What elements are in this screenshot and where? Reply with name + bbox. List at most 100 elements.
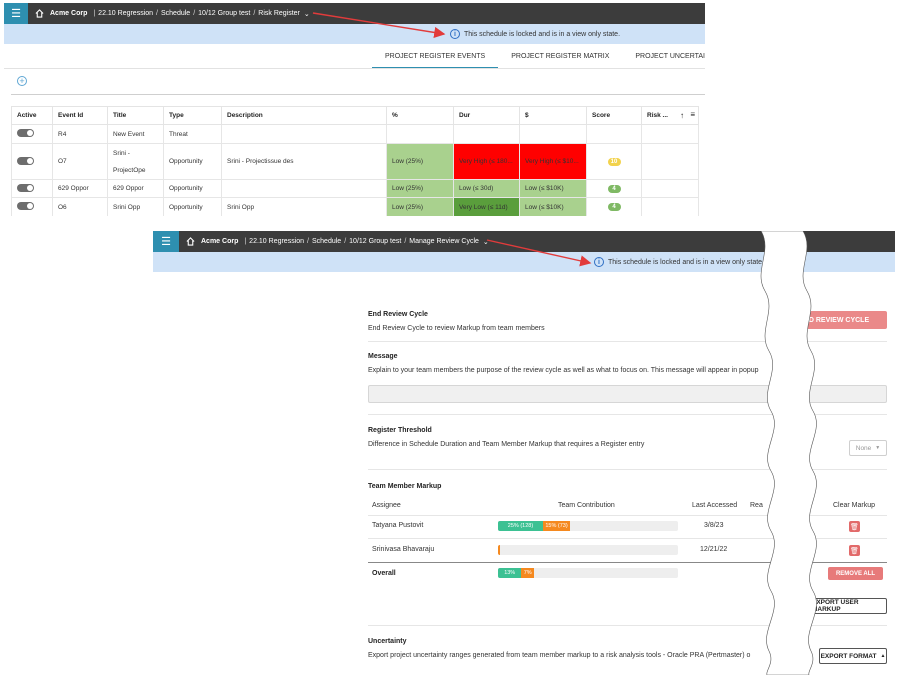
review-cycle-screen: ☰ Acme Corp | 22.10 Regression / Schedul…: [153, 231, 895, 675]
contribution-green-seg: 25% (128): [498, 521, 543, 531]
menu-icon[interactable]: ☰: [4, 3, 28, 24]
col-title[interactable]: Title: [107, 106, 164, 125]
table-row[interactable]: 629 Oppor 629 Oppor Opportunity Low (25%…: [11, 179, 699, 198]
register-table: Active Event Id Title Type Description %…: [11, 106, 699, 216]
remove-all-button[interactable]: REMOVE ALL: [828, 567, 883, 580]
tab-bar: PROJECT REGISTER EVENTS PROJECT REGISTER…: [372, 49, 705, 69]
lock-message: This schedule is locked and is in a view…: [608, 258, 765, 266]
trash-icon[interactable]: 🗑: [849, 545, 860, 556]
overall-green-seg: 13%: [498, 568, 522, 578]
col-cost[interactable]: $: [519, 106, 587, 125]
export-format-label: EXPORT FORMAT: [820, 652, 877, 660]
breadcrumb-item[interactable]: 10/12 Group test: [198, 10, 250, 17]
breadcrumb: Acme Corp | 22.10 Regression / Schedule …: [50, 10, 310, 18]
breadcrumb-current[interactable]: Manage Review Cycle: [409, 238, 479, 245]
torn-edge: [760, 231, 817, 675]
end-review-cycle-button[interactable]: D REVIEW CYCLE: [791, 311, 887, 329]
info-icon: i: [450, 29, 460, 39]
top-nav-bar: ☰ Acme Corp | 22.10 Regression / Schedul…: [4, 3, 705, 24]
risk-register-screen: ☰ Acme Corp | 22.10 Regression / Schedul…: [4, 3, 705, 216]
markup-heading: Team Member Markup: [368, 483, 442, 490]
tab-register-matrix[interactable]: PROJECT REGISTER MATRIX: [498, 49, 622, 69]
breadcrumb: Acme Corp | 22.10 Regression / Schedule …: [201, 238, 489, 246]
overall-orange-seg: 7%: [521, 568, 534, 578]
breadcrumb-item[interactable]: 22.10 Regression: [98, 10, 153, 17]
breadcrumb-org[interactable]: Acme Corp: [50, 10, 87, 17]
top-nav-bar: ☰ Acme Corp | 22.10 Regression / Schedul…: [153, 231, 895, 252]
overall-contribution-bar: 13% 7%: [498, 568, 678, 578]
export-user-markup-button[interactable]: EXPORT USER MARKUP: [811, 598, 887, 614]
sort-up-icon[interactable]: ↑: [680, 111, 684, 120]
uncertainty-heading: Uncertainty: [368, 638, 407, 645]
export-format-button[interactable]: EXPORT FORMAT ▲: [819, 648, 887, 664]
col-risk-label: Risk ...: [647, 112, 668, 119]
col-ust: ust: [798, 502, 808, 509]
col-description[interactable]: Description: [221, 106, 387, 125]
breadcrumb-item[interactable]: Schedule: [161, 10, 190, 17]
column-menu-icon[interactable]: ≡: [690, 110, 695, 119]
contribution-orange-seg: 15% (73): [543, 521, 570, 531]
col-score[interactable]: Score: [586, 106, 642, 125]
active-toggle[interactable]: [17, 183, 34, 192]
tab-register-events[interactable]: PROJECT REGISTER EVENTS: [372, 49, 499, 69]
chevron-down-icon[interactable]: ⌄: [483, 238, 489, 246]
threshold-value: None: [855, 444, 872, 452]
breadcrumb-item[interactable]: 22.10 Regression: [249, 238, 304, 245]
last-accessed: 3/8/23: [704, 522, 724, 529]
table-row[interactable]: R4 New Event Threat: [11, 124, 699, 144]
active-toggle[interactable]: [17, 202, 34, 210]
table-row[interactable]: O6 Srini Opp Opportunity Srini Opp Low (…: [11, 197, 699, 216]
col-team-contribution: Team Contribution: [558, 502, 615, 509]
col-risk[interactable]: Risk ... ↑ ≡: [641, 106, 699, 125]
col-percent[interactable]: %: [386, 106, 454, 125]
caret-up-icon: ▲: [880, 653, 886, 659]
col-active[interactable]: Active: [11, 106, 53, 125]
assignee-name: Srinivasa Bhavaraju: [372, 546, 435, 553]
message-heading: Message: [368, 353, 398, 360]
table-row[interactable]: O7 Srini - ProjectOpe Opportunity Srini …: [11, 143, 699, 180]
score-badge: 4: [607, 184, 621, 193]
add-event-icon[interactable]: +: [17, 76, 27, 86]
breadcrumb-item[interactable]: Schedule: [312, 238, 341, 245]
contribution-orange-seg: [498, 545, 500, 555]
breadcrumb-org[interactable]: Acme Corp: [201, 238, 238, 245]
threshold-heading: Register Threshold: [368, 427, 432, 434]
trash-icon[interactable]: 🗑: [849, 521, 860, 532]
lock-notice: i This schedule is locked and is in a vi…: [4, 24, 705, 44]
end-review-heading: End Review Cycle: [368, 311, 428, 318]
lock-message: This schedule is locked and is in a view…: [464, 30, 621, 38]
threshold-select[interactable]: None ▼: [849, 440, 887, 456]
breadcrumb-current[interactable]: Risk Register: [258, 10, 300, 17]
col-clear-markup: Clear Markup: [833, 502, 876, 509]
col-dur[interactable]: Dur: [453, 106, 520, 125]
chevron-down-icon[interactable]: ⌄: [304, 10, 310, 18]
contribution-bar: 25% (128) 15% (73): [498, 521, 678, 531]
dropdown-arrow-icon: ▼: [875, 445, 881, 451]
message-description: Explain to your team members the purpose…: [368, 367, 759, 374]
message-input[interactable]: [368, 385, 887, 403]
assignee-name: Tatyana Pustovit: [372, 522, 424, 529]
tab-uncertainty[interactable]: PROJECT UNCERTAINTY: [622, 49, 705, 69]
end-review-description: End Review Cycle to review Markup from t…: [368, 325, 545, 332]
last-accessed: 12/21/22: [700, 546, 728, 553]
home-icon[interactable]: [179, 231, 201, 252]
info-icon: i: [594, 257, 604, 267]
col-last-accessed: Last Accessed: [692, 502, 738, 509]
active-toggle[interactable]: [17, 156, 34, 165]
threshold-description: Difference in Schedule Duration and Team…: [368, 441, 645, 448]
active-toggle[interactable]: [17, 129, 34, 137]
overall-label: Overall: [372, 570, 396, 577]
col-rea: Rea: [750, 502, 763, 509]
breadcrumb-item[interactable]: 10/12 Group test: [349, 238, 401, 245]
score-badge: 4: [607, 203, 621, 211]
lock-notice: i This schedule is locked and is in a vi…: [153, 252, 895, 272]
uncertainty-description: Export project uncertainty ranges genera…: [368, 652, 751, 659]
col-assignee: Assignee: [372, 502, 401, 509]
menu-icon[interactable]: ☰: [153, 231, 179, 252]
col-event-id[interactable]: Event Id: [52, 106, 108, 125]
score-badge: 10: [607, 157, 621, 166]
home-icon[interactable]: [28, 3, 50, 24]
col-type[interactable]: Type: [163, 106, 222, 125]
contribution-bar: [498, 545, 678, 555]
table-header: Active Event Id Title Type Description %…: [11, 106, 699, 125]
